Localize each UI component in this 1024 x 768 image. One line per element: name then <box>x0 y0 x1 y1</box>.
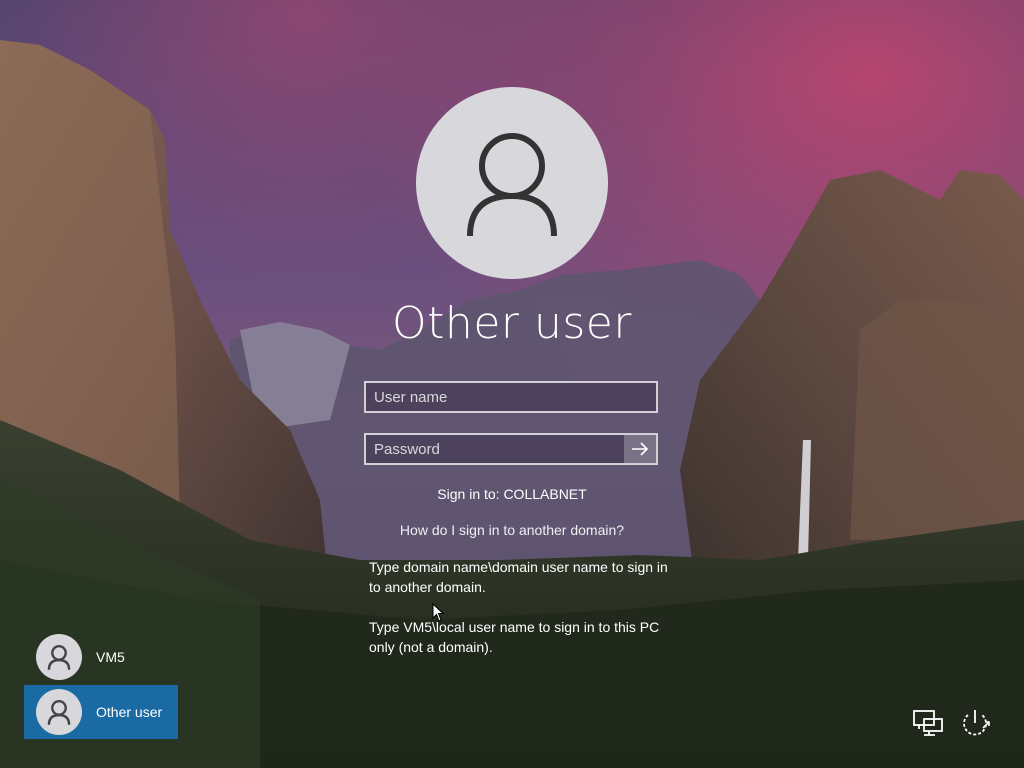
arrow-right-icon <box>632 442 649 456</box>
help-link[interactable]: How do I sign in to another domain? <box>312 522 712 538</box>
user-tile-label: Other user <box>96 704 163 720</box>
hint-domain: Type domain name\domain user name to sig… <box>369 559 668 595</box>
power-button[interactable] <box>958 706 992 740</box>
submit-button[interactable] <box>624 435 656 463</box>
mouse-cursor <box>432 603 444 622</box>
password-field[interactable] <box>364 433 658 465</box>
user-icon <box>467 133 557 237</box>
username-field[interactable] <box>364 381 658 413</box>
sign-in-domain-label: Sign in to: COLLABNET <box>437 486 587 502</box>
username-input[interactable] <box>366 383 656 411</box>
username-title: Other user <box>392 298 632 349</box>
avatar <box>36 689 82 735</box>
user-tile-other-user[interactable]: Other user <box>24 685 178 739</box>
network-button[interactable] <box>911 706 945 740</box>
user-tile-vm5[interactable]: VM5 <box>24 630 178 684</box>
power-icon <box>963 710 990 736</box>
user-icon <box>47 700 71 725</box>
password-input[interactable] <box>366 435 628 463</box>
user-icon <box>47 645 71 670</box>
network-icon <box>913 710 943 736</box>
avatar <box>36 634 82 680</box>
user-tile-label: VM5 <box>96 649 125 665</box>
user-avatar <box>416 87 608 279</box>
hint-local: Type VM5\local user name to sign in to t… <box>369 619 660 655</box>
